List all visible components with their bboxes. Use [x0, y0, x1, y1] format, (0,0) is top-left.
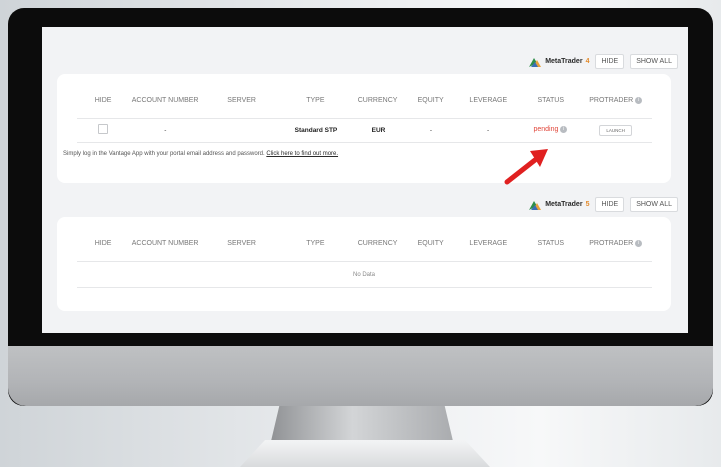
account-number-cell: - [164, 126, 167, 134]
mt5-accounts-card: HIDE ACCOUNT NUMBER SERVER TYPE CURRENCY… [57, 217, 671, 311]
col-currency: CURRENCY [357, 97, 398, 104]
mt5-logo-text: MetaTrader [545, 201, 583, 208]
mt4-show-all-button[interactable]: SHOW ALL [630, 54, 678, 69]
mt4-accounts-table-header: HIDE ACCOUNT NUMBER SERVER TYPE CURRENCY… [77, 96, 652, 105]
col-type: TYPE [306, 97, 325, 104]
col-server: SERVER [227, 97, 256, 104]
col-status: STATUS [537, 97, 565, 104]
mt4-logo: MetaTrader 4 [528, 56, 589, 68]
red-arrow-annotation [504, 149, 548, 185]
mt5-accounts-table-header: HIDE ACCOUNT NUMBER SERVER TYPE CURRENCY… [77, 239, 652, 248]
monitor-stand-base [240, 440, 490, 467]
status-badge: pending [533, 126, 559, 134]
server-cell [201, 124, 282, 136]
mt4-hide-button[interactable]: HIDE [595, 54, 625, 69]
col-server: SERVER [227, 240, 256, 247]
col-account-number: ACCOUNT NUMBER [131, 97, 199, 104]
table-row: - Standard STP EUR - - pending i LAUNCH [77, 124, 652, 136]
info-icon[interactable]: i [635, 239, 643, 247]
mt5-logo: MetaTrader 5 [528, 199, 589, 211]
col-leverage: LEVERAGE [469, 97, 508, 104]
col-type: TYPE [306, 240, 325, 247]
mt4-version: 4 [585, 58, 590, 65]
mt4-accounts-card: HIDE ACCOUNT NUMBER SERVER TYPE CURRENCY… [57, 74, 671, 183]
mt4-logo-text: MetaTrader [545, 58, 583, 65]
metatrader-icon [529, 57, 542, 67]
mt5-show-all-button[interactable]: SHOW ALL [630, 197, 678, 212]
col-equity: EQUITY [417, 97, 444, 104]
divider [77, 142, 652, 143]
col-protrader: PROTRADER i [579, 239, 652, 248]
mt5-version: 5 [585, 201, 590, 208]
col-status: STATUS [537, 240, 565, 247]
mt4-header: MetaTrader 4 HIDE SHOW ALL [528, 54, 678, 69]
col-equity: EQUITY [417, 240, 444, 247]
col-account-number: ACCOUNT NUMBER [131, 240, 199, 247]
find-out-more-link[interactable]: Click here to find out more. [266, 151, 338, 157]
empty-state: No Data [352, 272, 375, 278]
launch-button[interactable]: LAUNCH [599, 124, 632, 136]
monitor-chin [8, 346, 713, 406]
mt5-hide-button[interactable]: HIDE [595, 197, 625, 212]
col-protrader: PROTRADER i [579, 96, 652, 105]
col-protrader-label: PROTRADER [589, 240, 634, 247]
col-hide: HIDE [94, 240, 112, 247]
divider [77, 118, 652, 119]
note-text: Simply log in the Vantage App with your … [63, 151, 265, 157]
divider [77, 287, 652, 288]
info-icon[interactable]: i [635, 96, 643, 104]
metatrader-icon [529, 200, 542, 210]
hide-checkbox[interactable] [98, 124, 109, 134]
equity-cell: - [429, 126, 433, 134]
currency-cell: EUR [371, 126, 386, 134]
col-currency: CURRENCY [357, 240, 398, 247]
info-icon[interactable]: i [560, 126, 568, 134]
col-leverage: LEVERAGE [469, 240, 508, 247]
col-hide: HIDE [94, 97, 112, 104]
leverage-cell: - [486, 126, 490, 134]
type-cell: Standard STP [294, 126, 338, 134]
col-protrader-label: PROTRADER [589, 97, 634, 104]
divider [77, 261, 652, 262]
screen: MetaTrader 4 HIDE SHOW ALL HIDE ACCOUNT … [42, 27, 688, 333]
mt5-header: MetaTrader 5 HIDE SHOW ALL [528, 197, 678, 212]
app-login-note: Simply log in the Vantage App with your … [63, 151, 338, 157]
